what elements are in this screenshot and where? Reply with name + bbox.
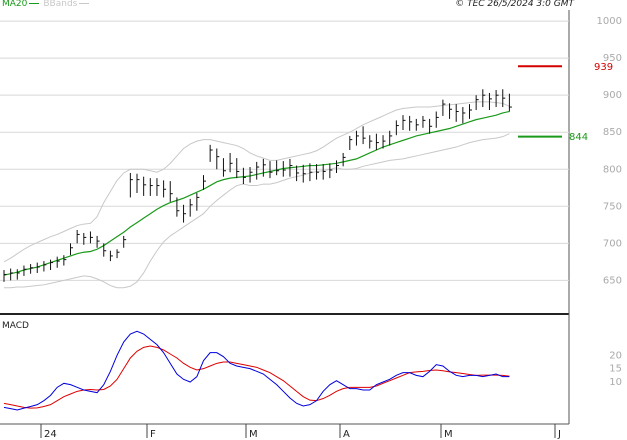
price-bar [322,164,326,180]
price-bar [143,176,147,196]
x-axis: 24 F M A M J [40,424,561,440]
price-bar [296,165,300,182]
macd-y-ticks: 20 15 10 [609,350,622,388]
price-bar [89,231,93,244]
legend-bbands-swatch [79,3,90,4]
price-bar [129,172,133,198]
price-bar [183,204,187,223]
price-bar [362,126,366,145]
price-bar [349,135,353,150]
support-resistance-levels: 939 844 [518,62,613,143]
price-bar [455,104,459,122]
price-bar [156,178,160,196]
macd-y-tick-label: 15 [609,364,622,375]
price-bar [23,265,27,276]
price-bar [316,164,320,180]
support-level-label: 844 [569,132,588,143]
legend: MA20 BBands [2,0,91,10]
price-bar [435,111,439,128]
macd-y-tick-label: 20 [609,350,622,361]
price-grid [0,20,569,281]
price-bar [389,130,393,146]
price-y-tick-label: 750 [603,201,622,212]
price-bar [355,130,359,146]
price-bar [169,181,173,202]
price-bar [70,243,73,256]
price-bar [375,133,379,150]
price-bar [442,99,446,116]
price-bar [262,158,266,177]
price-bar [36,262,40,273]
price-bar [216,148,220,170]
price-bar [196,192,200,211]
price-bar [10,268,14,281]
price-bar [209,144,213,162]
price-bar [222,158,226,177]
price-bar [369,135,373,149]
price-bar [236,158,240,179]
price-bar [16,269,20,280]
price-bar [116,249,120,259]
price-bar [342,152,346,167]
price-bar [329,163,333,179]
legend-ma20: MA20 [2,0,28,9]
price-y-tick-label: 650 [603,275,622,286]
x-axis-label: M [444,429,453,440]
x-axis-label: J [557,429,561,440]
price-bar [109,250,113,262]
price-y-tick-label: 800 [603,164,622,175]
price-bar [63,255,67,266]
price-y-ticks: 1000950900850800750700650 [597,16,622,286]
price-bar [395,120,399,136]
x-axis-label: F [150,429,156,440]
price-bar [409,115,413,131]
price-bar [96,235,100,248]
price-bar [189,198,193,217]
price-y-tick-label: 850 [603,127,622,138]
x-axis-label: 24 [44,429,57,440]
price-bar [482,89,486,108]
legend-bbands: BBands [43,0,78,9]
macd-signal-line [3,345,510,409]
price-bar [149,178,153,196]
price-bar [469,104,472,119]
macd-panel-title: MACD [2,321,29,331]
resistance-level-label: 939 [594,62,613,73]
price-bar [402,115,406,130]
price-bar [449,103,453,119]
x-axis-label: M [249,429,258,440]
copyright-text: © TEC 26/5/2024 3:0 GMT [455,0,574,9]
bollinger-lower-band [4,133,510,289]
legend-ma20-swatch [29,3,40,4]
price-y-tick-label: 900 [603,90,622,101]
price-bar [276,160,280,176]
price-y-tick-label: 700 [603,238,622,249]
price-bar [302,164,306,183]
bollinger-upper-band [3,101,510,263]
price-bar [422,115,426,128]
price-bar [415,118,419,131]
stock-chart: 1000950900850800750700650 939844 201510 … [0,10,622,440]
price-bar [30,264,34,274]
ma20-line [3,110,510,276]
price-bar [163,180,167,198]
price-bar [429,118,433,134]
price-bar [56,256,60,268]
price-bar [76,230,80,244]
price-y-tick-label: 1000 [597,16,622,27]
price-bar [43,261,47,272]
price-bar [256,161,260,180]
macd-y-tick-label: 10 [609,377,622,388]
price-bar [495,90,499,108]
price-bar [475,95,479,110]
price-bar [50,259,54,270]
price-bar [462,107,466,124]
price-bar [508,93,512,112]
x-axis-label: A [343,429,350,440]
price-bar [123,235,127,248]
price-bar [136,173,140,193]
